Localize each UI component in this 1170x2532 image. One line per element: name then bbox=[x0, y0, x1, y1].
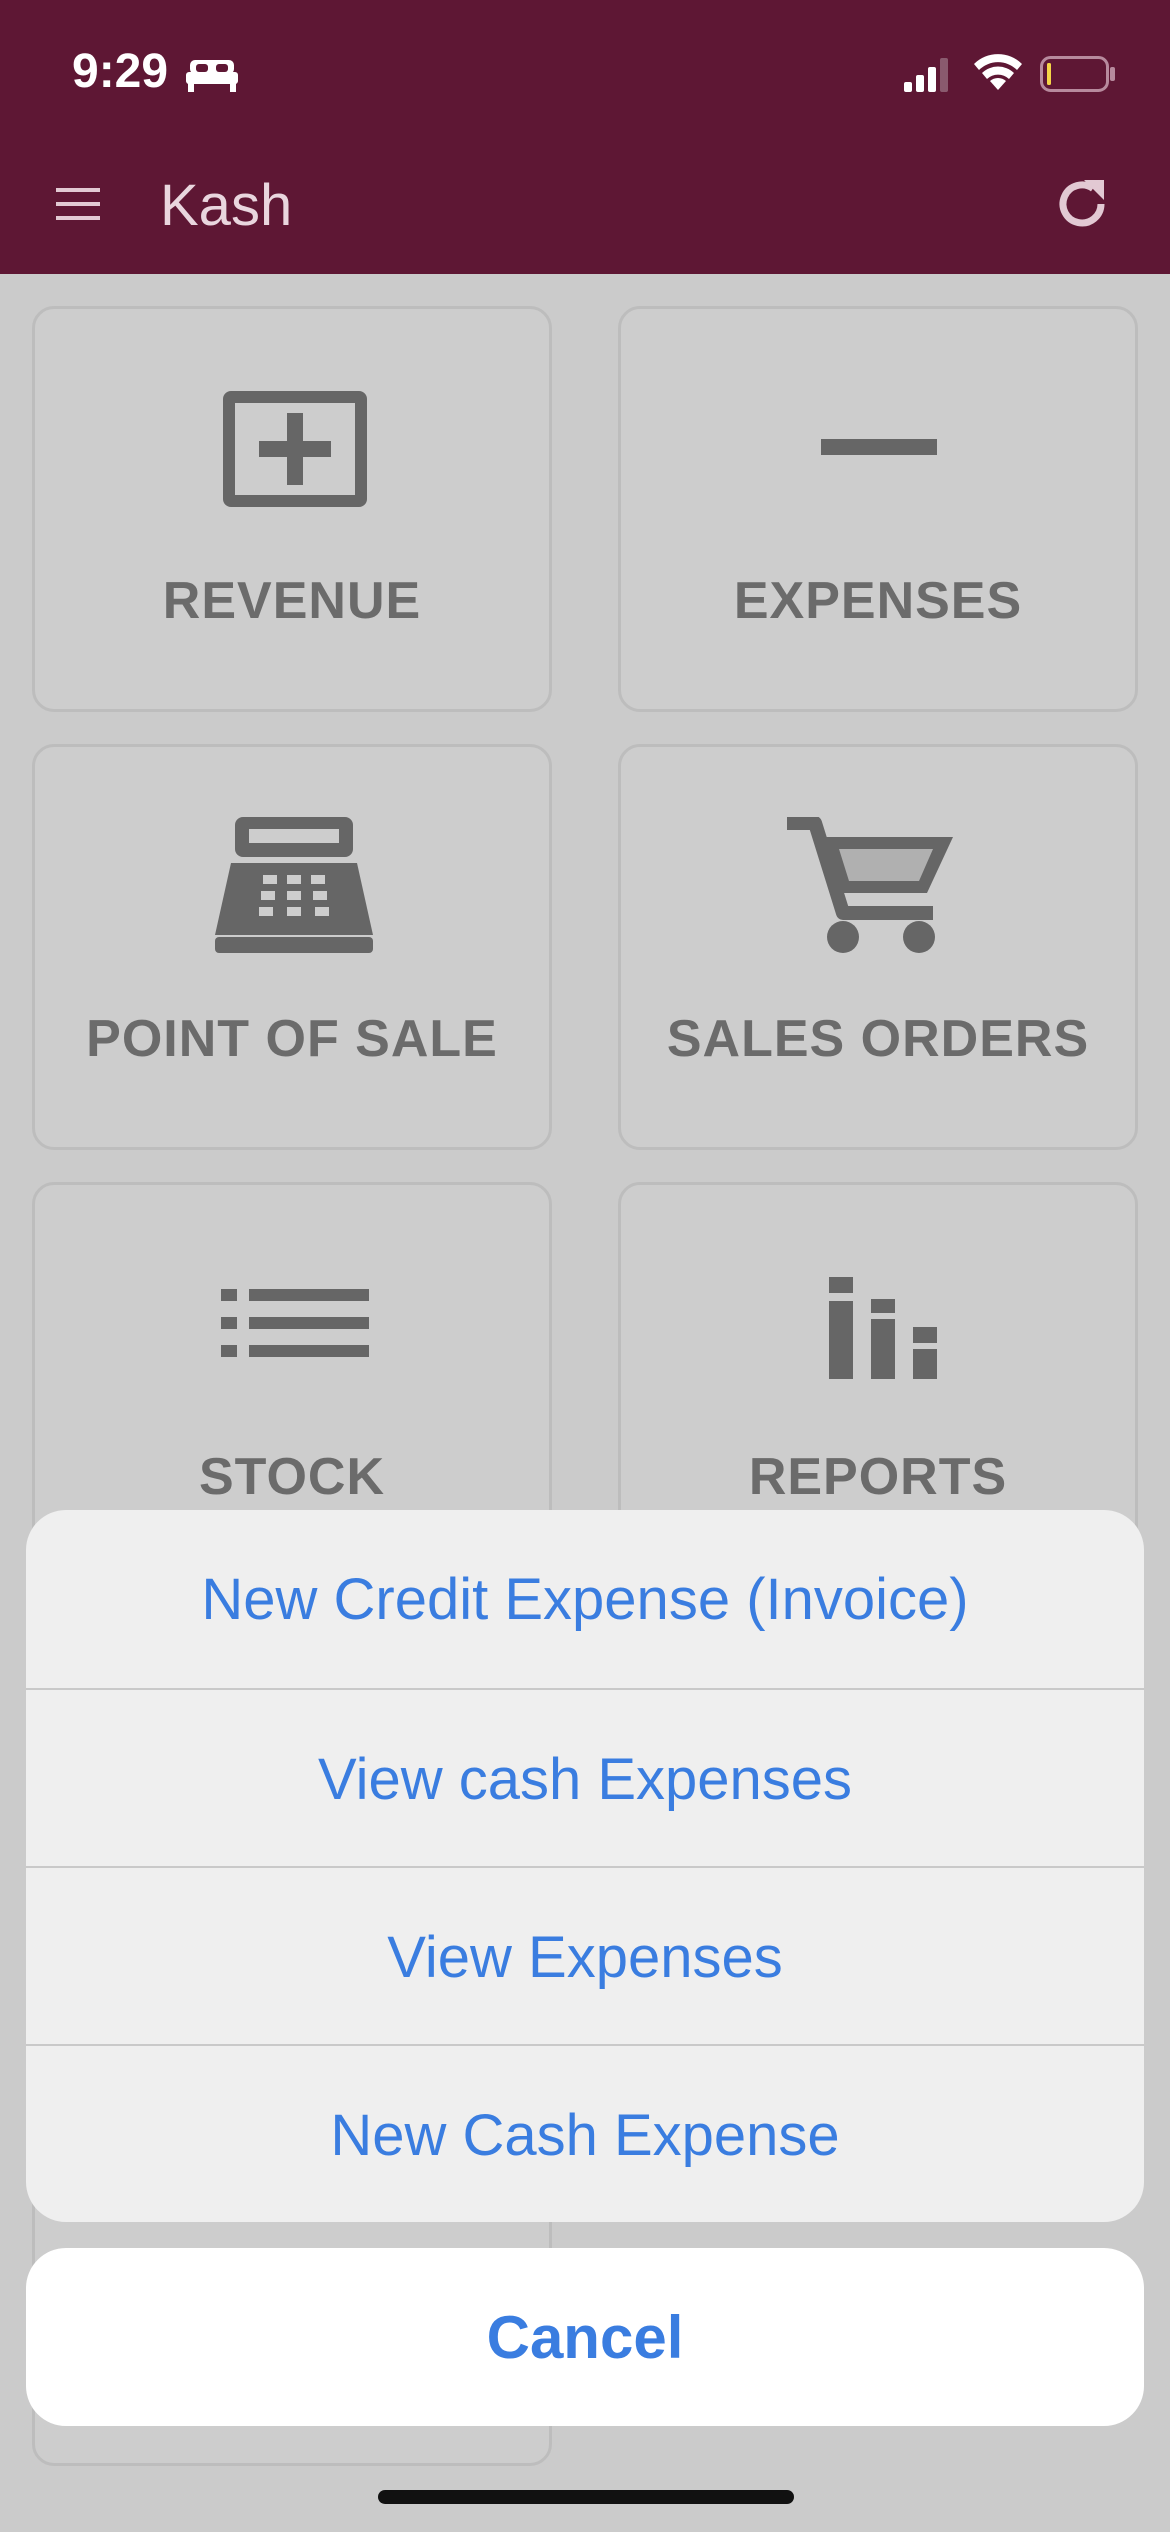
cart-icon bbox=[787, 817, 953, 953]
action-sheet: New Credit Expense (Invoice) View cash E… bbox=[26, 1510, 1144, 2222]
tile-label: EXPENSES bbox=[733, 572, 1023, 630]
app-header: 9:29 Kash bbox=[0, 0, 1170, 274]
tile-label: SALES ORDERS bbox=[666, 1010, 1090, 1068]
bed-icon bbox=[186, 60, 238, 92]
list-icon bbox=[221, 1289, 369, 1357]
refresh-icon[interactable] bbox=[1052, 174, 1112, 234]
action-view-expenses[interactable]: View Expenses bbox=[26, 1868, 1144, 2046]
tile-label: POINT OF SALE bbox=[86, 1010, 498, 1068]
action-new-credit-expense[interactable]: New Credit Expense (Invoice) bbox=[26, 1510, 1144, 1688]
tile-revenue[interactable]: REVENUE bbox=[32, 306, 552, 712]
status-time: 9:29 bbox=[72, 45, 169, 98]
action-view-cash-expenses[interactable]: View cash Expenses bbox=[26, 1690, 1144, 1868]
add-box-icon bbox=[223, 391, 367, 507]
tile-label: REVENUE bbox=[162, 572, 422, 630]
wifi-icon bbox=[974, 54, 1022, 90]
minus-icon bbox=[821, 439, 937, 455]
app-title: Kash bbox=[160, 173, 293, 238]
tile-sales-orders[interactable]: SALES ORDERS bbox=[618, 744, 1138, 1150]
cancel-button[interactable]: Cancel bbox=[26, 2248, 1144, 2426]
menu-icon[interactable] bbox=[54, 184, 102, 224]
action-new-cash-expense[interactable]: New Cash Expense bbox=[26, 2046, 1144, 2222]
tile-label: REPORTS bbox=[748, 1448, 1008, 1506]
home-indicator[interactable] bbox=[378, 2490, 794, 2504]
signal-icon bbox=[904, 58, 948, 92]
tile-point-of-sale[interactable]: POINT OF SALE bbox=[32, 744, 552, 1150]
bar-chart-icon bbox=[829, 1277, 937, 1379]
tile-expenses[interactable]: EXPENSES bbox=[618, 306, 1138, 712]
tile-label: STOCK bbox=[198, 1448, 386, 1506]
battery-icon bbox=[1040, 56, 1115, 92]
cash-register-icon bbox=[215, 817, 373, 953]
